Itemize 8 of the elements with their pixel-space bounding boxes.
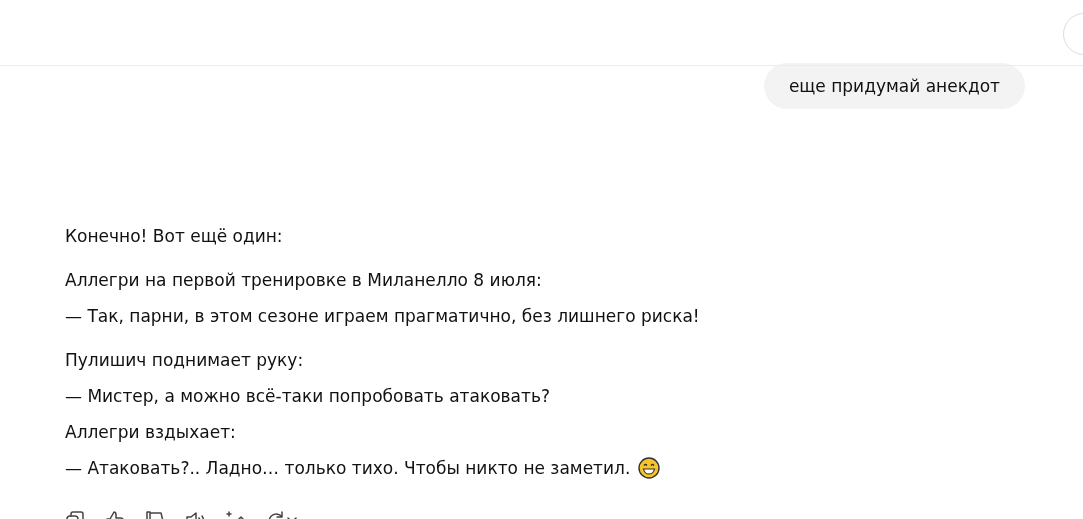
message-text: Аллегри вздыхает: bbox=[65, 422, 236, 442]
message-text: Пулишич поднимает руку: bbox=[65, 350, 304, 370]
message-text: Конечно! Вот ещё один: bbox=[65, 226, 283, 246]
user-message: еще придумай анекдот bbox=[763, 63, 1025, 109]
message-text: — Мистер, а можно всё-таки попробовать атаковать? bbox=[65, 386, 550, 406]
message-text: — Атаковать?.. Ладно… только тихо. Чтобы никто не заметил. bbox=[65, 458, 631, 478]
message-text: Аллегри на первой тренировке в Миланелло 8 июля: bbox=[65, 270, 542, 290]
message-text: — Так, парни, в этом сезоне играем прагматично, без лишнего риска! bbox=[65, 306, 700, 326]
